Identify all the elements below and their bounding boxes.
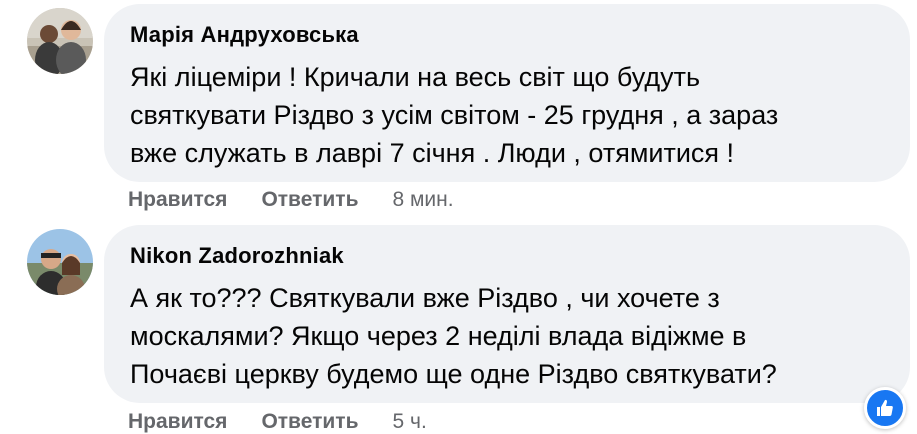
like-button[interactable]: Нравится <box>128 188 227 212</box>
comment-author[interactable]: Nikon Zadorozhniak <box>130 243 884 269</box>
avatar[interactable] <box>27 8 93 74</box>
reply-button[interactable]: Ответить <box>261 410 358 434</box>
comment-bubble: Марія Андруховська Які ліцеміри ! Кричал… <box>104 4 910 182</box>
like-button[interactable]: Нравится <box>128 410 227 434</box>
thumbs-up-icon <box>877 399 893 416</box>
comment-actions: Нравится Ответить 5 ч. <box>128 410 427 434</box>
comment-timestamp[interactable]: 8 мин. <box>392 188 453 212</box>
comment-actions: Нравится Ответить 8 мин. <box>128 188 454 212</box>
avatar[interactable] <box>27 229 93 295</box>
reply-button[interactable]: Ответить <box>261 188 358 212</box>
comment-timestamp[interactable]: 5 ч. <box>392 410 426 434</box>
comment-text: А як то??? Святкували вже Різдво , чи хо… <box>130 283 777 389</box>
comment-bubble: Nikon Zadorozhniak А як то??? Святкували… <box>104 225 910 403</box>
comment-author[interactable]: Марія Андруховська <box>130 22 884 48</box>
reaction-badge[interactable] <box>864 387 906 429</box>
comment-text: Які ліцеміри ! Кричали на весь світ що б… <box>130 62 779 168</box>
